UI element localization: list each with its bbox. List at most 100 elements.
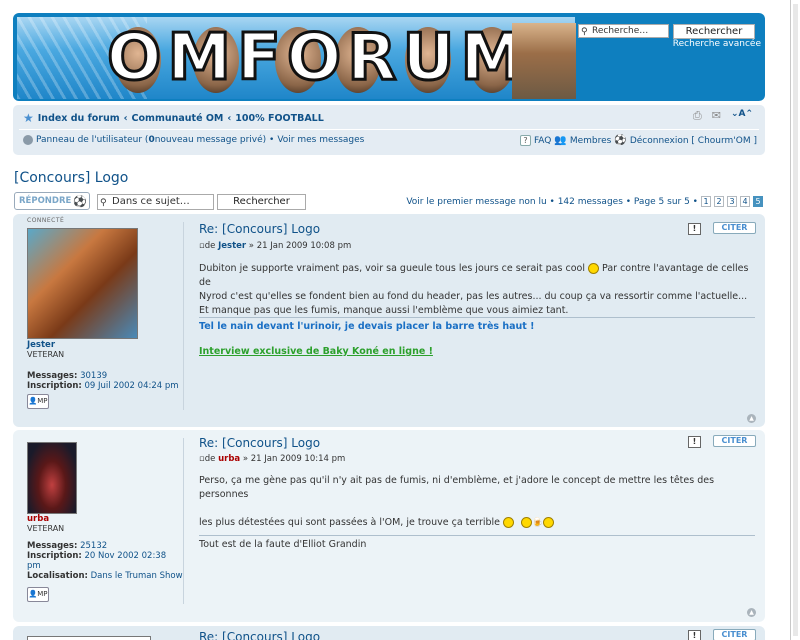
- pm-button[interactable]: 👤MP: [27, 587, 49, 602]
- messages-value[interactable]: 25132: [80, 541, 107, 551]
- smiley-icon: [503, 517, 515, 528]
- pm-label: MP: [37, 590, 48, 598]
- faq-link[interactable]: FAQ: [534, 136, 551, 146]
- new-pm-text[interactable]: nouveau message privé) •: [155, 135, 275, 145]
- pagination: Voir le premier message non lu • 142 mes…: [406, 196, 763, 207]
- post: urba VETERAN Messages: 25132 Inscription…: [13, 430, 765, 622]
- user-panel-link[interactable]: Panneau de l'utilisateur (: [36, 135, 148, 145]
- avatar[interactable]: [27, 228, 138, 339]
- page-link[interactable]: 1: [701, 196, 711, 207]
- font-size-icon[interactable]: ⌄A⌃: [731, 109, 753, 123]
- author-link[interactable]: Jester: [218, 241, 246, 251]
- post-author: ▫de urba » 21 Jan 2009 10:14 pm: [199, 454, 345, 464]
- back-to-top-icon[interactable]: ▲: [747, 414, 756, 423]
- breadcrumb-index[interactable]: Index du forum: [38, 113, 120, 124]
- post-author: ▫de Jester » 21 Jan 2009 10:08 pm: [199, 241, 351, 251]
- report-button[interactable]: !: [688, 436, 701, 448]
- author-prefix: de: [204, 454, 219, 464]
- topic-search-button[interactable]: Rechercher: [217, 194, 306, 210]
- members-icon: 👥: [554, 135, 567, 146]
- pm-label: MP: [37, 397, 48, 405]
- reply-button[interactable]: RÉPONDRE ⚽: [14, 192, 90, 210]
- view-messages-link[interactable]: Voir mes messages: [277, 135, 364, 145]
- user-icon: 👤: [28, 397, 38, 405]
- print-icon[interactable]: ⎙: [693, 109, 702, 123]
- pm-button[interactable]: 👤MP: [27, 394, 49, 409]
- scrollbar-track[interactable]: [793, 4, 798, 636]
- signature-divider: [199, 535, 755, 536]
- username[interactable]: urba: [27, 514, 187, 524]
- page-link[interactable]: 3: [727, 196, 737, 207]
- avatar[interactable]: [27, 636, 151, 640]
- post-date: » 21 Jan 2009 10:14 pm: [240, 454, 346, 464]
- user-actions: ? FAQ 👥 Membres ⚽ Déconnexion [ Chourm'O…: [519, 135, 757, 146]
- breadcrumb-community[interactable]: Communauté OM: [132, 113, 224, 124]
- profile-info: urba VETERAN Messages: 25132 Inscription…: [27, 514, 187, 581]
- breadcrumb-football[interactable]: 100% FOOTBALL: [235, 113, 323, 124]
- smiley-icon: [588, 263, 599, 274]
- post-text: Et manque pas que les fumis, manque auss…: [199, 305, 569, 316]
- email-icon[interactable]: ✉: [712, 109, 721, 123]
- back-to-top-icon[interactable]: ▲: [747, 608, 756, 617]
- logout-link[interactable]: Déconnexion [ Chourm'OM ]: [630, 136, 757, 146]
- reply-label: RÉPONDRE: [19, 196, 72, 206]
- inscription-value: 09 Juil 2002 04:24 pm: [84, 381, 179, 391]
- post: Re: [Concours] Logo ! CITER: [13, 626, 765, 640]
- quote-button[interactable]: CITER: [713, 629, 756, 640]
- post-body: Perso, ça me gène pas qu'il n'y ait pas …: [199, 474, 754, 530]
- post-title[interactable]: Re: [Concours] Logo: [199, 222, 320, 236]
- topic-title[interactable]: [Concours] Logo: [14, 170, 128, 186]
- report-button[interactable]: !: [688, 223, 701, 235]
- user-panel-row: Panneau de l'utilisateur (0 nouveau mess…: [23, 135, 364, 145]
- header-search-input[interactable]: ⚲ Recherche…: [578, 24, 669, 38]
- advanced-search-link[interactable]: Recherche avancée: [667, 39, 761, 49]
- cheers-icon: 🍺: [532, 518, 544, 528]
- smiley-icon: [521, 517, 533, 528]
- banner-figure: [512, 23, 576, 99]
- page-link[interactable]: 2: [714, 196, 724, 207]
- pagination-text[interactable]: Voir le premier message non lu • 142 mes…: [406, 197, 698, 207]
- members-link[interactable]: Membres: [570, 136, 612, 146]
- quote-button[interactable]: CITER: [713, 435, 756, 447]
- page-tools: ⎙ ✉ ⌄A⌃: [693, 109, 753, 123]
- report-button[interactable]: !: [688, 630, 701, 640]
- search-icon: ⚲: [100, 198, 107, 208]
- signature: Tout est de la faute d'Elliot Grandin: [199, 539, 367, 550]
- localisation-value: Dans le Truman Show: [90, 571, 183, 581]
- breadcrumb-separator: ‹: [123, 112, 128, 124]
- search-placeholder: Recherche…: [592, 26, 649, 36]
- quote-button[interactable]: CITER: [713, 222, 756, 234]
- messages-label: Messages:: [27, 541, 78, 551]
- post-body: Dubiton je supporte vraiment pas, voir s…: [199, 262, 754, 318]
- post: CONNECTÉ Jester VETERAN Messages: 30139 …: [13, 214, 765, 427]
- signature-link[interactable]: Interview exclusive de Baky Koné en lign…: [199, 346, 433, 357]
- online-status: CONNECTÉ: [27, 217, 65, 224]
- inscription-label: Inscription:: [27, 551, 82, 561]
- author-prefix: de: [204, 241, 219, 251]
- localisation: Localisation: Dans le Truman Show: [27, 571, 187, 581]
- messages-count: Messages: 30139: [27, 371, 187, 381]
- post-title[interactable]: Re: [Concours] Logo: [199, 630, 320, 640]
- window-scrollbar[interactable]: [790, 0, 800, 640]
- inscription-label: Inscription:: [27, 381, 82, 391]
- username[interactable]: Jester: [27, 340, 187, 350]
- inscription-date: Inscription: 09 Juil 2002 04:24 pm: [27, 381, 187, 391]
- messages-count: Messages: 25132: [27, 541, 187, 551]
- header-search-button[interactable]: Rechercher: [673, 24, 755, 39]
- post-title[interactable]: Re: [Concours] Logo: [199, 436, 320, 450]
- profile-divider: [183, 438, 184, 604]
- profile-divider: [183, 222, 184, 410]
- post-text: les plus détestées qui sont passées à l'…: [199, 517, 501, 528]
- messages-value[interactable]: 30139: [80, 371, 107, 381]
- smiley-icon: [543, 517, 555, 528]
- post-text: Nyrod c'est qu'elles se fondent bien au …: [199, 291, 748, 302]
- forum-header: OMFORUM ⚲ Recherche… Rechercher Recherch…: [13, 13, 765, 101]
- header-banner[interactable]: OMFORUM: [17, 17, 576, 99]
- avatar[interactable]: [27, 442, 77, 514]
- topic-search-placeholder: Dans ce sujet…: [112, 196, 190, 207]
- page-link[interactable]: 4: [740, 196, 750, 207]
- topic-search-input[interactable]: ⚲ Dans ce sujet…: [97, 194, 214, 210]
- author-link[interactable]: urba: [218, 454, 240, 464]
- localisation-label: Localisation:: [27, 571, 88, 581]
- forum-logo: OMFORUM: [105, 21, 531, 95]
